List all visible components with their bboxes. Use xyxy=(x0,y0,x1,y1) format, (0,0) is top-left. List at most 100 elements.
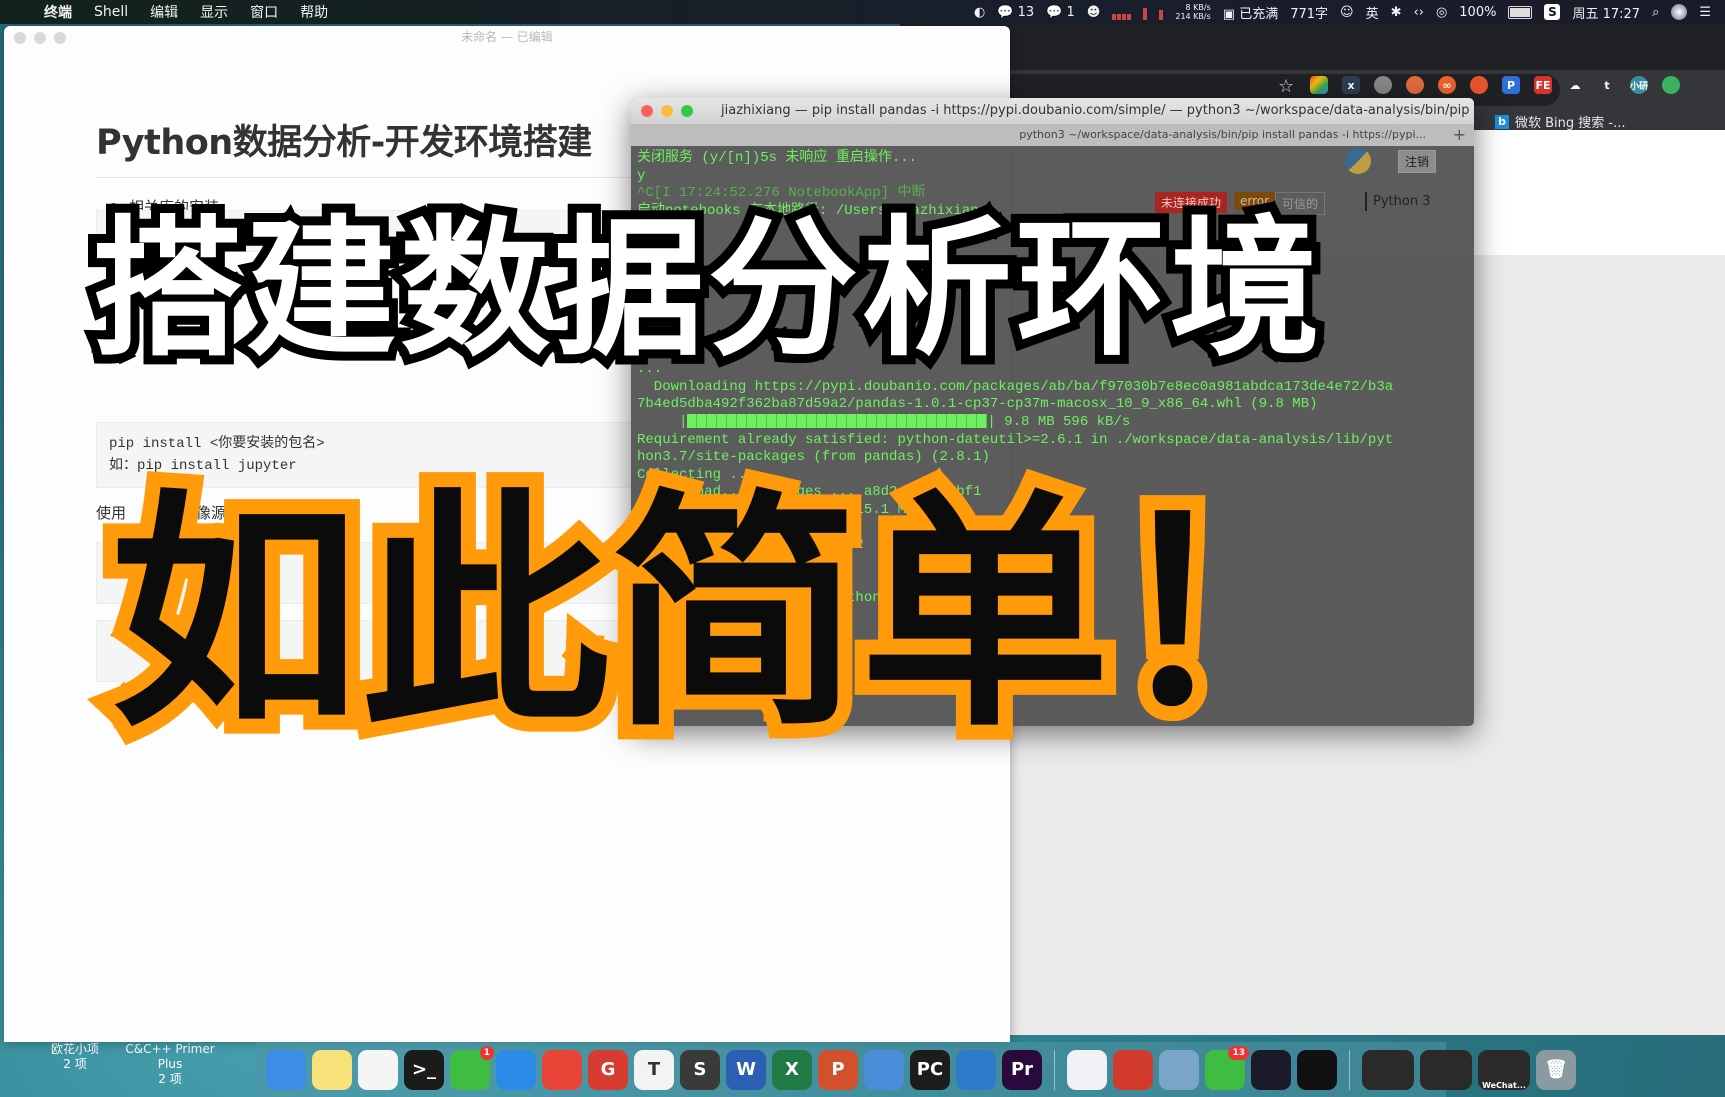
terminal-window[interactable]: jiazhixiang — pip install pandas -i http… xyxy=(631,98,1474,726)
charge-status[interactable]: ▣ 已充满 xyxy=(1223,3,1278,22)
bookmark-star-icon[interactable]: ☆ xyxy=(1278,76,1294,97)
ssd-meter[interactable] xyxy=(1159,4,1164,20)
minimized-wechat[interactable]: WeChat... xyxy=(1478,1049,1530,1090)
dock-wps[interactable]: G xyxy=(588,1049,628,1090)
menu-shell[interactable]: Shell xyxy=(94,4,128,20)
x-extension-icon[interactable]: x xyxy=(1342,76,1360,94)
desktop-file[interactable]: 欧花小项 2 项 xyxy=(30,1042,120,1072)
dock-finder[interactable] xyxy=(266,1049,306,1090)
dock-typora[interactable]: T xyxy=(634,1049,674,1090)
new-tab-button[interactable]: + xyxy=(1453,124,1466,146)
desktop-file[interactable]: C&C++ Primer Plus 2 项 xyxy=(120,1042,220,1087)
dock-notes[interactable] xyxy=(312,1049,352,1090)
terminal-close-button[interactable] xyxy=(641,105,653,117)
close-button[interactable] xyxy=(14,32,26,44)
jupyter-logo xyxy=(1345,148,1371,174)
green-extension-icon[interactable] xyxy=(1662,76,1680,94)
battery-icon[interactable] xyxy=(1508,5,1533,19)
menu-window[interactable]: 窗口 xyxy=(250,2,278,22)
pin-extension-icon[interactable] xyxy=(1406,76,1424,94)
extension-toolbar: x ∞ P FE ☁ t 小研 xyxy=(1310,76,1680,94)
dock-itunes[interactable] xyxy=(1067,1049,1107,1090)
network-speed[interactable]: 8 KB/s 214 KB/s xyxy=(1175,3,1210,21)
dock-obs[interactable] xyxy=(1297,1049,1337,1090)
dock-vscode[interactable] xyxy=(956,1049,996,1090)
spotlight-search-icon[interactable]: ⌕ xyxy=(1652,5,1659,20)
weibo-extension-icon[interactable] xyxy=(1470,76,1488,94)
window-title: 未命名 — 已编辑 xyxy=(461,30,553,44)
bluetooth-icon[interactable]: ✱ xyxy=(1391,5,1402,20)
sync-icon[interactable]: ◎ xyxy=(1436,5,1447,20)
code-block-douban[interactable]: pi.douba xyxy=(96,542,722,604)
trusted-badge[interactable]: 可信的 xyxy=(1275,192,1326,215)
obs-status-icon[interactable]: ◐ xyxy=(974,5,985,20)
menu-app-name[interactable]: 终端 xyxy=(44,2,72,22)
dock-pycharm[interactable]: PC xyxy=(910,1049,950,1090)
code-block-pip-install[interactable]: pip install <你要安装的包名> 如：pip install jupy… xyxy=(96,422,722,488)
infinity-extension-icon[interactable]: ∞ xyxy=(1438,76,1456,94)
cpu-meter[interactable] xyxy=(1112,4,1132,20)
logout-button[interactable]: 注销 xyxy=(1398,150,1437,173)
dock-infuse[interactable] xyxy=(1251,1049,1291,1090)
minimized-window-1[interactable] xyxy=(1362,1049,1414,1090)
cloud-white-extension-icon[interactable]: ☁ xyxy=(1566,76,1584,94)
dock-powerpoint[interactable]: P xyxy=(818,1049,858,1090)
mem-meter[interactable] xyxy=(1143,4,1148,20)
terminal-line: ... /pac ... bf481fa6ea62 xyxy=(637,537,864,554)
user-avatar[interactable]: 小研 xyxy=(1630,76,1648,94)
menu-help[interactable]: 帮助 xyxy=(300,2,328,22)
terminal-titlebar: jiazhixiang — pip install pandas -i http… xyxy=(631,98,1474,124)
notification-center-icon[interactable]: ☰ xyxy=(1699,5,1711,20)
dock-excel[interactable]: X xyxy=(772,1049,812,1090)
dock-preview[interactable] xyxy=(1159,1049,1199,1090)
word-count[interactable]: 771字 xyxy=(1290,3,1328,22)
battery-percent[interactable]: 100% xyxy=(1459,5,1496,20)
zoom-button[interactable] xyxy=(54,32,66,44)
terminal-line: 关闭服务 (y/[n])5s 未响应 重启操作... xyxy=(637,150,918,166)
dock-separator xyxy=(1349,1049,1350,1090)
terminal-tab[interactable]: python3 ~/workspace/data-analysis/bin/pi… xyxy=(631,124,1474,146)
terminal-minimize-button[interactable] xyxy=(661,105,673,117)
siri-icon[interactable] xyxy=(1671,4,1688,20)
menu-view[interactable]: 显示 xyxy=(200,2,228,22)
dock-terminal[interactable]: >_ xyxy=(404,1049,444,1090)
terminal-output[interactable]: 关闭服务 (y/[n])5s 未响应 重启操作... y ^C[I 17:24:52… xyxy=(631,146,1474,647)
input-method[interactable]: 英 xyxy=(1366,3,1379,22)
minimized-window-2[interactable] xyxy=(1420,1049,1472,1090)
menu-edit[interactable]: 编辑 xyxy=(150,2,178,22)
google-extension-icon[interactable] xyxy=(1310,76,1328,94)
dock-xcode[interactable] xyxy=(864,1049,904,1090)
emoji-icon[interactable]: ☺ xyxy=(1340,5,1354,20)
code-block-extra[interactable]: ors xyxy=(96,620,722,682)
p-extension-icon[interactable]: P xyxy=(1502,76,1520,94)
bookmark-bing[interactable]: b 微软 Bing 搜索 -... xyxy=(1495,112,1626,131)
minimize-button[interactable] xyxy=(34,32,46,44)
dock-safari[interactable] xyxy=(496,1049,536,1090)
browser-tab-strip[interactable] xyxy=(900,24,1725,70)
dock-wechat[interactable]: 1 xyxy=(450,1045,494,1090)
terminal-line: 1 ... xyxy=(637,220,680,237)
dock-word[interactable]: W xyxy=(726,1049,766,1090)
terminal-zoom-button[interactable] xyxy=(681,105,693,117)
dock-wechat-2[interactable]: 13 xyxy=(1205,1045,1249,1090)
cloud-extension-icon[interactable] xyxy=(1374,76,1392,94)
fe-extension-icon[interactable]: FE xyxy=(1534,76,1552,94)
terminal-line: Collecting ... xyxy=(637,466,755,483)
code-block-placeholder[interactable] xyxy=(96,210,722,252)
clock[interactable]: 周五 17:27 xyxy=(1572,3,1640,22)
wechat-work-status-icon[interactable]: 💬 1 xyxy=(1046,5,1075,20)
dock-reminders[interactable] xyxy=(358,1049,398,1090)
dock-trash-icon[interactable]: 🗑 xyxy=(1536,1049,1576,1090)
dock-solitaire[interactable] xyxy=(1113,1049,1153,1090)
code-icon[interactable]: ‹› xyxy=(1414,5,1424,20)
dock-premiere[interactable]: Pr xyxy=(1002,1049,1042,1090)
wechat-status-icon[interactable]: 💬 13 xyxy=(997,5,1034,20)
dock-sublime[interactable]: S xyxy=(680,1049,720,1090)
dock-chrome[interactable] xyxy=(542,1049,582,1090)
photo-status-icon[interactable]: ☻ xyxy=(1087,5,1101,20)
notification-badge: 13 xyxy=(1228,1045,1249,1060)
sogou-input-icon[interactable]: S xyxy=(1544,4,1561,20)
download-progress-bar xyxy=(687,414,988,429)
t-extension-icon[interactable]: t xyxy=(1598,76,1616,94)
